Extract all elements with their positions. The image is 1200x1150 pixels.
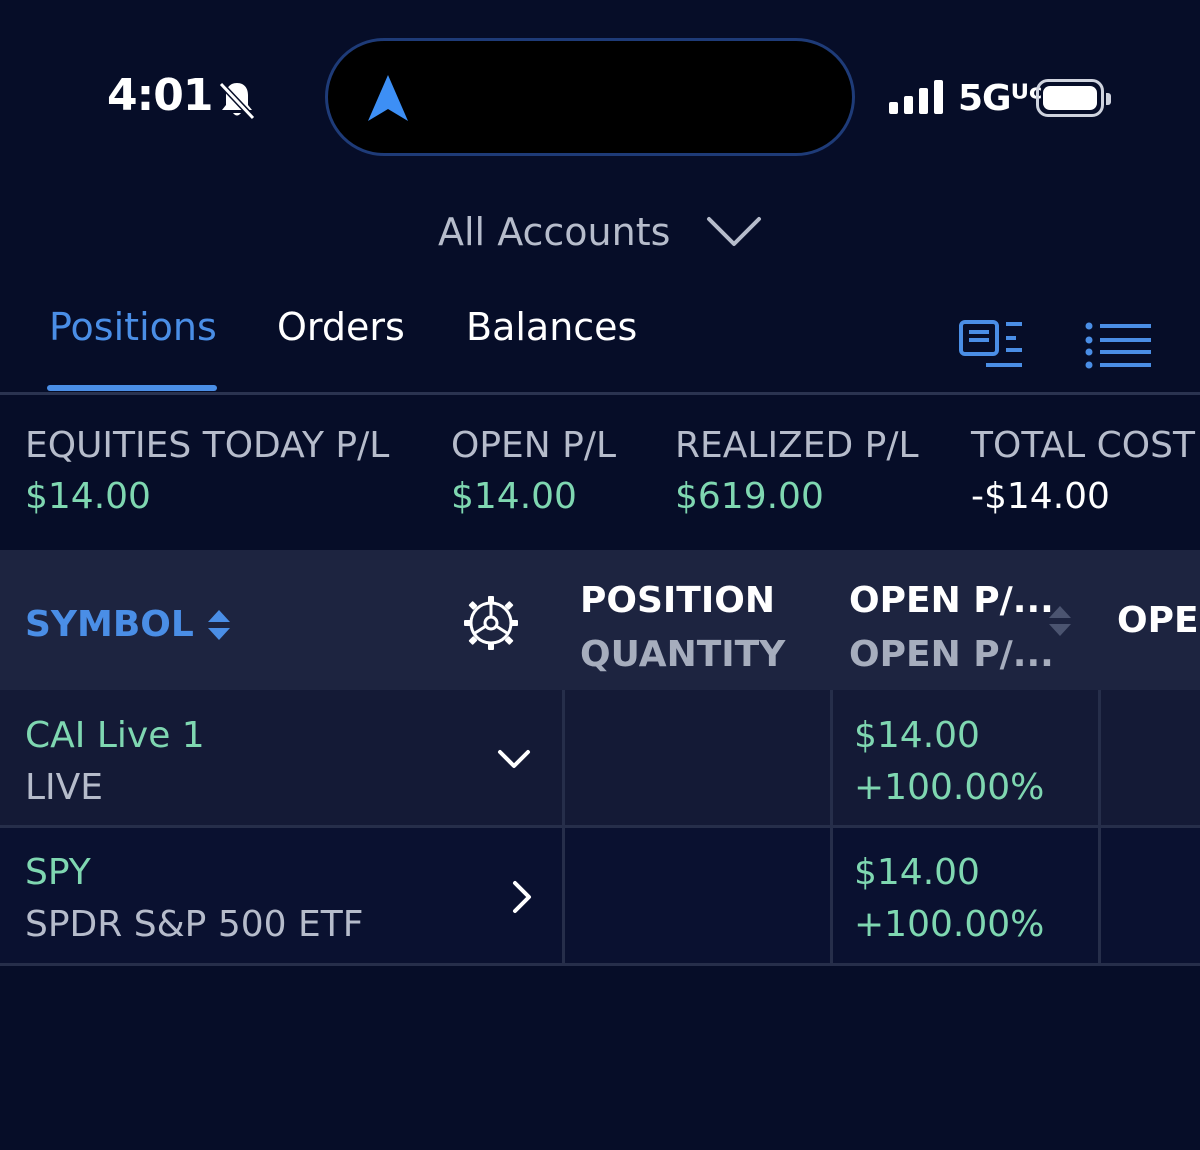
network-indicator: 5Gᵁᶜ bbox=[958, 78, 1043, 119]
summary-value: $14.00 bbox=[25, 476, 151, 517]
row-symbol-cell: CAI Live 1 LIVE bbox=[25, 710, 205, 814]
bell-muted-icon bbox=[218, 81, 256, 121]
status-time: 4:01 bbox=[107, 70, 213, 121]
account-selector[interactable]: All Accounts bbox=[438, 210, 762, 254]
row-subtitle: SPDR S&P 500 ETF bbox=[25, 904, 364, 945]
navigation-arrow-icon bbox=[368, 75, 408, 121]
summary-label: REALIZED P/L bbox=[675, 425, 919, 466]
open-column-header-truncated[interactable]: OPE bbox=[1117, 600, 1199, 641]
summary-total-cost: TOTAL COST -$14.00 bbox=[971, 425, 1195, 517]
summary-label: EQUITIES TODAY P/L bbox=[25, 425, 390, 466]
summary-open-pl: OPEN P/L $14.00 bbox=[451, 425, 616, 517]
tab-balances[interactable]: Balances bbox=[466, 305, 637, 349]
summary-realized-pl: REALIZED P/L $619.00 bbox=[675, 425, 919, 517]
card-view-icon[interactable] bbox=[958, 318, 1026, 370]
summary-equities-today-pl: EQUITIES TODAY P/L $14.00 bbox=[25, 425, 389, 517]
battery-icon bbox=[1036, 79, 1111, 117]
row-symbol-cell: SPY SPDR S&P 500 ETF bbox=[25, 847, 363, 951]
positions-screen: 4:01 5Gᵁᶜ All Accounts Positions Orders … bbox=[0, 0, 1200, 1150]
row-open-pl-percent: +100.00% bbox=[854, 904, 1045, 945]
column-divider bbox=[1098, 690, 1101, 964]
tab-orders[interactable]: Orders bbox=[277, 305, 405, 349]
active-tab-indicator bbox=[47, 385, 217, 391]
column-divider bbox=[562, 690, 565, 964]
summary-value: $14.00 bbox=[451, 476, 577, 517]
row-open-pl-cell: $14.00 +100.00% bbox=[854, 847, 1044, 951]
list-view-icon[interactable] bbox=[1084, 320, 1154, 370]
cellular-signal-icon bbox=[889, 80, 943, 114]
summary-label: TOTAL COST bbox=[971, 425, 1195, 466]
tab-positions[interactable]: Positions bbox=[49, 305, 217, 349]
row-open-pl-percent: +100.00% bbox=[854, 767, 1045, 808]
sort-icon bbox=[207, 609, 230, 640]
row-open-pl-value: $14.00 bbox=[854, 715, 980, 756]
chevron-right-icon[interactable] bbox=[504, 879, 540, 915]
position-header-line1: POSITION bbox=[580, 580, 775, 621]
row-open-pl-value: $14.00 bbox=[854, 852, 980, 893]
open-pl-column-header[interactable]: OPEN P/... OPEN P/... bbox=[849, 574, 1054, 682]
chevron-down-icon[interactable] bbox=[496, 741, 532, 777]
account-selector-label: All Accounts bbox=[438, 210, 671, 254]
position-header-line2: QUANTITY bbox=[580, 634, 786, 675]
summary-label: OPEN P/L bbox=[451, 425, 617, 466]
row-symbol: CAI Live 1 bbox=[25, 715, 205, 756]
row-symbol: SPY bbox=[25, 852, 91, 893]
position-quantity-column-header[interactable]: POSITION QUANTITY bbox=[580, 574, 785, 682]
summary-value: -$14.00 bbox=[971, 476, 1110, 517]
chevron-down-icon bbox=[707, 217, 762, 246]
symbol-header-label: SYMBOL bbox=[25, 604, 194, 645]
sort-icon[interactable] bbox=[1047, 604, 1073, 638]
dynamic-island bbox=[325, 38, 855, 156]
column-divider bbox=[830, 690, 833, 964]
open-pl-header-line2: OPEN P/... bbox=[849, 634, 1054, 675]
summary-value: $619.00 bbox=[675, 476, 824, 517]
open-pl-header-line1: OPEN P/... bbox=[849, 580, 1054, 621]
tabs-divider bbox=[0, 392, 1200, 395]
row-open-pl-cell: $14.00 +100.00% bbox=[854, 710, 1044, 814]
row-subtitle: LIVE bbox=[25, 767, 104, 808]
symbol-column-header[interactable]: SYMBOL bbox=[25, 604, 232, 645]
gear-icon[interactable] bbox=[462, 594, 520, 652]
